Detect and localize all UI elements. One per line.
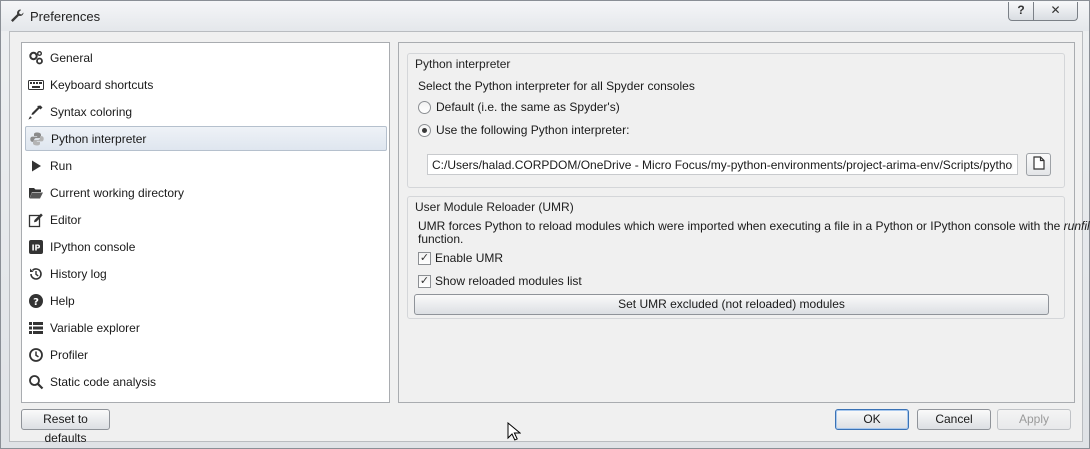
default-interpreter-label[interactable]: Default (i.e. the same as Spyder's) (436, 100, 620, 114)
python-interpreter-page: Python interpreter Select the Python int… (398, 42, 1090, 403)
sidebar-item-label: General (50, 50, 93, 65)
edit-icon (28, 212, 44, 228)
sidebar-item-history-log[interactable]: History log (25, 261, 387, 286)
sidebar-item-label: History log (50, 266, 107, 281)
help-button[interactable]: ? (1008, 2, 1034, 21)
title-bar[interactable]: Preferences ? ✕ (1, 1, 1089, 31)
clock-icon (28, 347, 44, 363)
interpreter-description: Select the Python interpreter for all Sp… (418, 79, 695, 93)
enable-umr-checkbox[interactable]: ✓ (418, 252, 431, 265)
set-umr-excluded-modules-button[interactable]: Set UMR excluded (not reloaded) modules (414, 294, 1049, 315)
umr-description: UMR forces Python to reload modules whic… (418, 219, 1090, 233)
sidebar-item-label: Python interpreter (51, 131, 147, 146)
history-icon (28, 266, 44, 282)
sidebar-item-editor[interactable]: Editor (25, 207, 387, 232)
python-icon (29, 131, 45, 147)
group-title: User Module Reloader (UMR) (415, 200, 574, 214)
apply-button[interactable]: Apply (997, 409, 1071, 430)
sidebar-item-run[interactable]: Run (25, 153, 387, 178)
sidebar-item-general[interactable]: General (25, 45, 387, 70)
sidebar-item-label: Profiler (50, 347, 89, 362)
umr-description-text: UMR forces Python to reload modules whic… (418, 219, 1064, 233)
sidebar-item-syntax-coloring[interactable]: Syntax coloring (25, 99, 387, 124)
mouse-pointer-icon (507, 422, 521, 441)
sidebar-item-static-code-analysis[interactable]: Static code analysis (25, 369, 387, 394)
preferences-window: Preferences ? ✕ General Keyboard shortcu… (0, 0, 1090, 449)
show-reloaded-modules-checkbox[interactable]: ✓ (418, 275, 431, 288)
sidebar-item-variable-explorer[interactable]: Variable explorer (25, 315, 387, 340)
sidebar-item-help[interactable]: ? Help (25, 288, 387, 313)
sidebar-item-profiler[interactable]: Profiler (25, 342, 387, 367)
ipython-icon: IP (28, 239, 44, 255)
sidebar-item-label: Editor (50, 212, 82, 227)
default-interpreter-radio[interactable] (418, 101, 431, 114)
sidebar-item-ipython-console[interactable]: IP IPython console (25, 234, 387, 259)
svg-text:IP: IP (32, 243, 41, 252)
sidebar-item-label: Current working directory (50, 185, 185, 200)
umr-description-italic: runfile (1063, 219, 1090, 233)
sidebar-item-python-interpreter[interactable]: Python interpreter (25, 126, 387, 151)
preferences-page-list: General Keyboard shortcuts Syntax colori… (21, 42, 390, 403)
interpreter-path-input[interactable] (427, 154, 1018, 175)
sidebar-item-keyboard-shortcuts[interactable]: Keyboard shortcuts (25, 72, 387, 97)
keyboard-icon (28, 77, 44, 93)
search-code-icon (28, 374, 44, 390)
folder-open-icon (28, 185, 44, 201)
browse-file-button[interactable] (1026, 153, 1051, 176)
cancel-button[interactable]: Cancel (917, 409, 991, 430)
custom-interpreter-label[interactable]: Use the following Python interpreter: (436, 123, 629, 137)
sidebar-item-label: Variable explorer (50, 320, 140, 335)
sidebar-item-current-working-directory[interactable]: Current working directory (25, 180, 387, 205)
show-reloaded-modules-label[interactable]: Show reloaded modules list (435, 274, 582, 288)
file-icon (1032, 156, 1045, 173)
sidebar-item-label: Keyboard shortcuts (50, 77, 154, 92)
sidebar-item-label: Static code analysis (50, 374, 157, 389)
gears-icon (28, 50, 44, 66)
umr-group: User Module Reloader (UMR) UMR forces Py… (407, 196, 1090, 319)
table-list-icon (28, 320, 44, 336)
ok-button[interactable]: OK (835, 409, 909, 430)
python-interpreter-group: Python interpreter Select the Python int… (407, 53, 1065, 188)
reset-to-defaults-button[interactable]: Reset to defaults (21, 409, 110, 445)
window-title: Preferences (30, 9, 101, 24)
close-button[interactable]: ✕ (1033, 2, 1078, 21)
umr-description-continued: function. (418, 232, 464, 246)
sidebar-item-label: Syntax coloring (50, 104, 133, 119)
play-icon (28, 158, 44, 174)
svg-text:?: ? (33, 297, 39, 308)
question-circle-icon: ? (28, 293, 44, 309)
group-title: Python interpreter (415, 57, 511, 71)
eyedropper-icon (28, 104, 44, 120)
custom-interpreter-radio[interactable] (418, 124, 431, 137)
sidebar-item-label: Help (50, 293, 75, 308)
enable-umr-label[interactable]: Enable UMR (435, 251, 503, 265)
dialog-body: General Keyboard shortcuts Syntax colori… (9, 31, 1090, 445)
wrench-icon (9, 8, 25, 24)
sidebar-item-label: IPython console (50, 239, 136, 254)
sidebar-item-label: Run (50, 158, 73, 173)
